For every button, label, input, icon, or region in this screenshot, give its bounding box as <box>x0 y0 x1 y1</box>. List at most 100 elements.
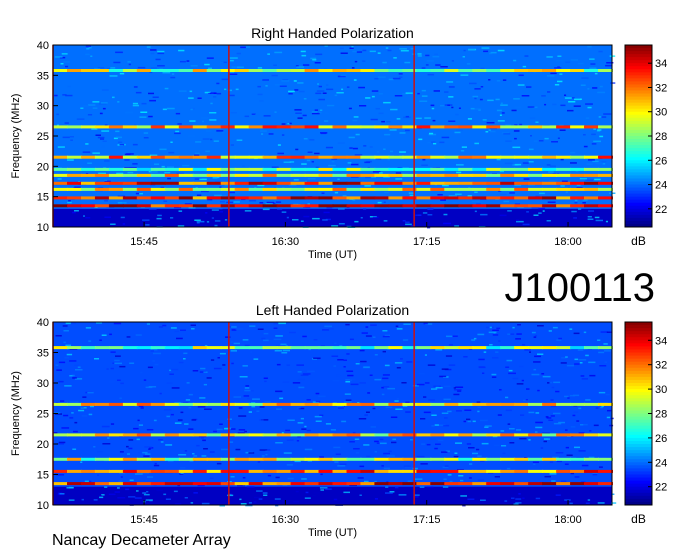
emission-band-3 <box>584 457 599 461</box>
emission-band-8 <box>584 125 599 129</box>
emission-band-5 <box>598 173 613 177</box>
emission-band-5 <box>262 173 278 177</box>
x-axis-label: Time (UT) <box>308 527 357 539</box>
colorbar-segment <box>625 187 652 192</box>
colorbar-tick-label: 28 <box>655 131 667 143</box>
emission-band-8 <box>444 125 460 129</box>
emission-band-2 <box>150 196 166 200</box>
emission-band-5 <box>178 173 194 177</box>
colorbar-segment <box>625 428 652 433</box>
emission-band-1 <box>360 204 376 208</box>
emission-band-5 <box>67 402 82 406</box>
emission-band-6 <box>374 346 390 350</box>
emission-band-4 <box>430 181 446 185</box>
emission-band-5 <box>430 402 446 406</box>
emission-band-1 <box>472 204 488 208</box>
emission-band-3 <box>374 457 390 461</box>
emission-band-2 <box>500 196 516 200</box>
emission-band-1 <box>276 482 292 486</box>
emission-band-7 <box>122 155 138 159</box>
emission-band-4 <box>81 433 96 437</box>
emission-band-5 <box>584 173 599 177</box>
emission-band-5 <box>81 402 96 406</box>
emission-band-2 <box>598 469 613 473</box>
emission-band-8 <box>598 125 613 129</box>
emission-band-6 <box>584 167 599 171</box>
colorbar-tick-label: 30 <box>655 107 667 119</box>
emission-band-8 <box>234 125 250 129</box>
emission-band-6 <box>164 346 180 350</box>
colorbar-segment <box>625 425 652 430</box>
emission-band-5 <box>290 402 306 406</box>
colorbar-segment <box>625 81 652 85</box>
emission-band-6 <box>81 346 96 350</box>
emission-band-3 <box>81 187 96 191</box>
emission-band-7 <box>81 155 96 159</box>
colorbar-segment <box>625 447 652 451</box>
emission-band-2 <box>514 196 530 200</box>
emission-band-3 <box>136 187 152 191</box>
emission-band-6 <box>178 167 194 171</box>
emission-band-2 <box>332 469 348 473</box>
colorbar-tick-label: 24 <box>655 457 667 469</box>
emission-band-2 <box>416 196 432 200</box>
emission-band-7 <box>458 155 474 159</box>
emission-band-5 <box>290 173 306 177</box>
x-tick-label: 18:00 <box>554 514 582 526</box>
emission-band-3 <box>53 457 68 461</box>
emission-band-8 <box>150 125 166 129</box>
emission-band-2 <box>528 469 544 473</box>
emission-band-9 <box>360 69 376 72</box>
y-tick-label: 20 <box>37 161 49 173</box>
y-tick-label: 15 <box>37 470 49 482</box>
emission-band-1 <box>388 482 404 486</box>
emission-band-8 <box>472 125 488 129</box>
emission-band-4 <box>276 181 292 185</box>
emission-band-4 <box>234 433 250 437</box>
x-tick-label: 15:45 <box>130 236 158 248</box>
emission-band-9 <box>374 69 390 72</box>
emission-band-5 <box>178 402 194 406</box>
emission-band-1 <box>458 482 474 486</box>
colorbar-segment <box>625 69 652 73</box>
emission-band-2 <box>514 469 530 473</box>
emission-band-3 <box>374 187 390 191</box>
emission-band-4 <box>206 181 222 185</box>
emission-band-4 <box>374 181 390 185</box>
colorbar-segment <box>625 450 652 454</box>
emission-band-3 <box>584 187 599 191</box>
y-tick-label: 35 <box>37 70 49 82</box>
emission-band-6 <box>164 167 180 171</box>
emission-band-2 <box>136 469 152 473</box>
emission-band-3 <box>542 457 558 461</box>
colorbar-segment <box>625 358 652 363</box>
emission-band-1 <box>542 204 558 208</box>
emission-band-4 <box>486 433 502 437</box>
emission-band-3 <box>430 457 446 461</box>
colorbar-segment <box>625 361 652 366</box>
emission-band-2 <box>584 196 599 200</box>
emission-band-8 <box>332 125 348 129</box>
emission-band-5 <box>304 402 320 406</box>
emission-band-9 <box>248 69 264 72</box>
emission-band-8 <box>192 125 208 129</box>
emission-band-2 <box>402 469 418 473</box>
colorbar-tick-label: 32 <box>655 360 667 372</box>
emission-band-8 <box>136 125 152 129</box>
emission-band-1 <box>318 204 334 208</box>
emission-band-3 <box>486 457 502 461</box>
colorbar-segment <box>625 75 652 79</box>
emission-band-1 <box>53 204 68 208</box>
emission-band-4 <box>136 433 152 437</box>
colorbar-segment <box>625 483 652 488</box>
emission-band-2 <box>234 469 250 473</box>
emission-band-5 <box>472 402 488 406</box>
emission-band-9 <box>290 69 306 72</box>
emission-band-4 <box>542 433 558 437</box>
emission-band-9 <box>318 69 334 72</box>
emission-band-4 <box>472 433 488 437</box>
emission-band-8 <box>458 125 474 129</box>
emission-band-6 <box>346 167 362 171</box>
emission-band-7 <box>290 155 306 159</box>
emission-band-1 <box>136 204 152 208</box>
